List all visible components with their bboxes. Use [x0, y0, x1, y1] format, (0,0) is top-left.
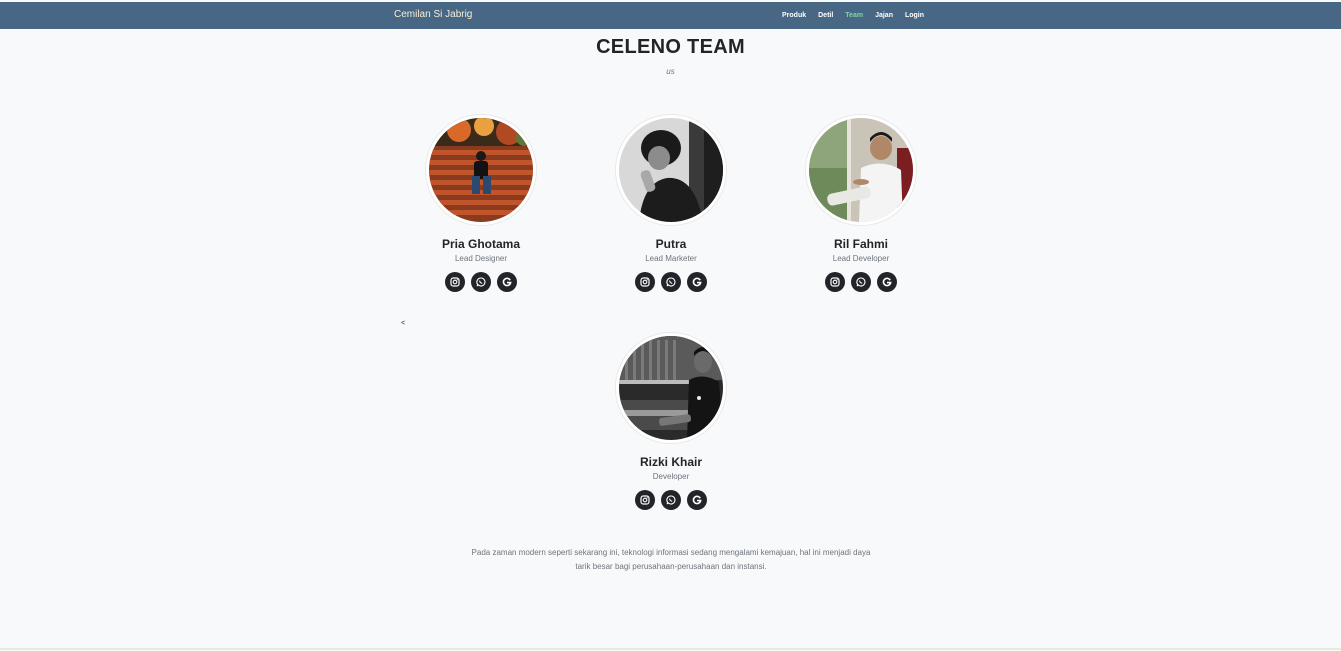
- nav-link-jajan[interactable]: Jajan: [869, 11, 899, 21]
- instagram-icon: [450, 277, 460, 287]
- team-member-card: Pria Ghotama Lead Designer: [401, 115, 561, 292]
- nav-link-produk[interactable]: Produk: [776, 11, 812, 21]
- instagram-icon: [640, 277, 650, 287]
- whatsapp-icon: [476, 277, 486, 287]
- social-links: [401, 272, 561, 292]
- team-member-photo: [616, 115, 726, 225]
- team-member-photo: [806, 115, 916, 225]
- nav-link-team[interactable]: Team: [839, 11, 869, 21]
- page-title: CELENO TEAM: [596, 36, 745, 58]
- team-description: Pada zaman modern seperti sekarang ini, …: [471, 548, 871, 571]
- google-icon: [882, 277, 892, 287]
- team-member-name: Ril Fahmi: [833, 237, 888, 251]
- page-subtitle: us: [666, 67, 675, 76]
- navbar: Cemilan Si Jabrig Produk Detil Team Jaja…: [0, 2, 1341, 29]
- instagram-icon: [830, 277, 840, 287]
- footer-divider: [0, 648, 1341, 650]
- team-member-name: Rizki Khair: [639, 455, 702, 469]
- social-links: [781, 272, 941, 292]
- google-icon: [692, 277, 702, 287]
- whatsapp-button[interactable]: [661, 272, 681, 292]
- google-button[interactable]: [497, 272, 517, 292]
- whatsapp-button[interactable]: [471, 272, 491, 292]
- team-member-role: Lead Marketer: [645, 254, 697, 263]
- whatsapp-icon: [856, 277, 866, 287]
- team-member-role: Developer: [652, 472, 690, 481]
- google-icon: [502, 277, 512, 287]
- team-member-role: Lead Developer: [832, 254, 890, 263]
- instagram-icon: [640, 495, 650, 505]
- nav-link-login[interactable]: Login: [899, 11, 930, 21]
- instagram-button[interactable]: [635, 490, 655, 510]
- team-member-name: Putra: [655, 237, 687, 251]
- team-member-card: Putra Lead Marketer: [591, 115, 751, 292]
- nav-links: Produk Detil Team Jajan Login: [776, 11, 930, 21]
- team-member-card: Ril Fahmi Lead Developer: [781, 115, 941, 292]
- google-button[interactable]: [687, 490, 707, 510]
- whatsapp-icon: [666, 277, 676, 287]
- stray-text: <: [401, 320, 406, 327]
- team-member-card: Rizki Khair Developer: [591, 333, 751, 510]
- google-icon: [692, 495, 702, 505]
- team-member-role: Lead Designer: [454, 254, 508, 263]
- brand-link[interactable]: Cemilan Si Jabrig: [394, 9, 472, 20]
- nav-link-detil[interactable]: Detil: [812, 11, 839, 21]
- whatsapp-icon: [666, 495, 676, 505]
- google-button[interactable]: [687, 272, 707, 292]
- whatsapp-button[interactable]: [851, 272, 871, 292]
- team-member-photo: [616, 333, 726, 443]
- google-button[interactable]: [877, 272, 897, 292]
- instagram-button[interactable]: [635, 272, 655, 292]
- whatsapp-button[interactable]: [661, 490, 681, 510]
- instagram-button[interactable]: [445, 272, 465, 292]
- social-links: [591, 490, 751, 510]
- team-member-photo: [426, 115, 536, 225]
- social-links: [591, 272, 751, 292]
- instagram-button[interactable]: [825, 272, 845, 292]
- team-member-name: Pria Ghotama: [441, 237, 521, 251]
